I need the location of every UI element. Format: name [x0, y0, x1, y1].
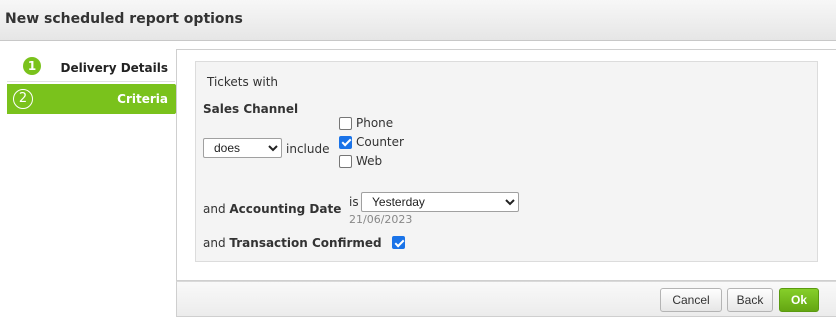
include-label: include — [286, 142, 330, 156]
sales-channel-operator-select[interactable]: does — [203, 138, 282, 158]
ok-button[interactable]: Ok — [779, 288, 819, 312]
step-2-number-icon: 2 — [13, 89, 33, 109]
back-button[interactable]: Back — [727, 288, 773, 312]
phone-label: Phone — [356, 116, 394, 130]
dialog-title: New scheduled report options — [5, 11, 243, 27]
phone-checkbox-row[interactable]: Phone — [339, 115, 393, 131]
accounting-date-resolved: 21/06/2023 — [349, 213, 413, 226]
counter-checkbox[interactable] — [339, 135, 352, 149]
and-prefix: and — [203, 236, 230, 250]
accounting-date-select[interactable]: Yesterday — [361, 192, 519, 212]
criteria-heading: Tickets with — [207, 75, 279, 89]
cancel-button[interactable]: Cancel — [660, 288, 722, 312]
phone-checkbox[interactable] — [339, 116, 352, 130]
dialog-footer: Cancel Back Ok — [176, 281, 836, 317]
criteria-box: Tickets with Sales Channel does include … — [195, 61, 818, 262]
is-label: is — [349, 195, 359, 209]
counter-label: Counter — [356, 135, 404, 149]
web-label: Web — [356, 154, 383, 168]
wizard-steps-nav: 1 Delivery Details 2 Criteria — [0, 41, 187, 336]
step-1-number-icon: 1 — [23, 57, 41, 75]
web-checkbox-row[interactable]: Web — [339, 153, 382, 169]
accounting-date-text: Accounting Date — [229, 202, 342, 216]
sales-channel-label: Sales Channel — [203, 102, 299, 116]
web-checkbox[interactable] — [339, 154, 352, 168]
counter-checkbox-row[interactable]: Counter — [339, 134, 404, 150]
and-prefix: and — [203, 202, 230, 216]
transaction-confirmed-checkbox[interactable] — [392, 236, 405, 249]
step-delivery-details[interactable]: 1 Delivery Details — [7, 53, 175, 82]
accounting-date-label: and Accounting Date — [203, 202, 341, 216]
step-1-label: Delivery Details — [60, 61, 168, 75]
step-criteria[interactable]: 2 Criteria — [7, 84, 175, 114]
transaction-confirmed-text: Transaction Confirmed — [229, 236, 382, 250]
step-2-label: Criteria — [117, 92, 168, 106]
transaction-confirmed-label: and Transaction Confirmed — [203, 236, 382, 250]
criteria-panel: Tickets with Sales Channel does include … — [176, 49, 836, 281]
dialog-titlebar: New scheduled report options — [0, 0, 836, 41]
